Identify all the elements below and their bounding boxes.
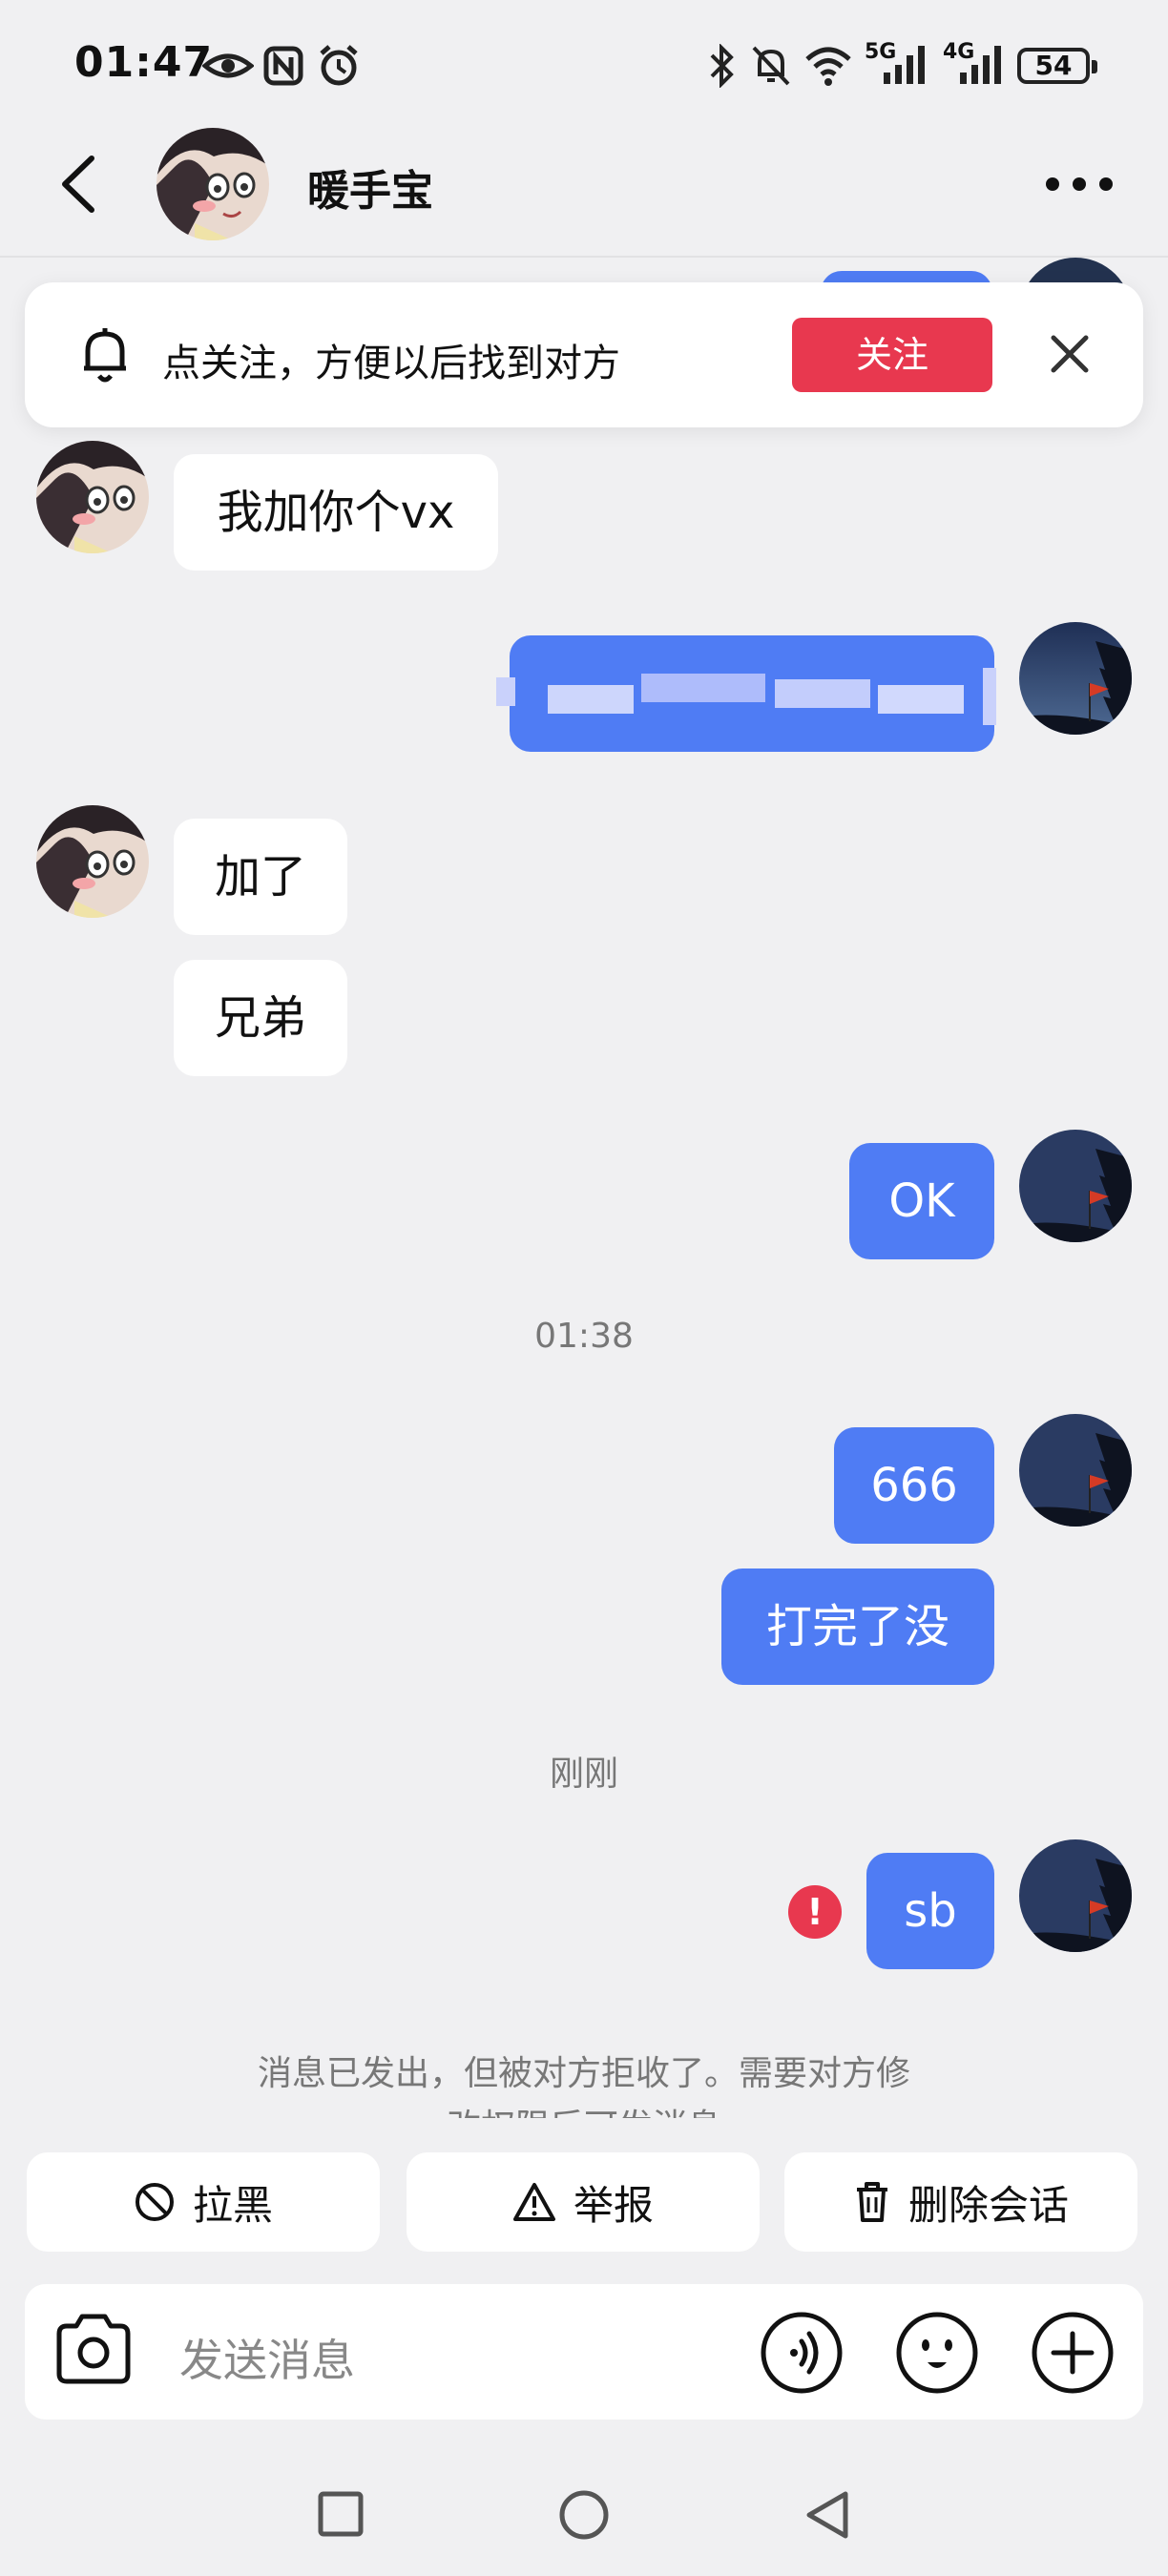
rejection-notice-line1: 消息已发出，但被对方拒收了。需要对方修 <box>257 2054 910 2093</box>
redaction-block <box>878 685 964 714</box>
emoji-icon[interactable] <box>895 2311 979 2395</box>
status-time: 01:47 <box>74 38 214 87</box>
message-input[interactable]: 发送消息 <box>179 2326 355 2389</box>
my-avatar[interactable] <box>1019 1839 1132 1952</box>
recent-apps-icon[interactable] <box>317 2490 365 2538</box>
signal-4g-icon <box>960 46 1001 84</box>
back-icon[interactable] <box>55 153 101 216</box>
bluetooth-icon <box>710 44 734 88</box>
page-title: 暖手宝 <box>307 167 433 216</box>
mute-icon <box>752 46 790 86</box>
report-label: 举报 <box>573 2181 654 2229</box>
message-bubble-outgoing[interactable]: 666 <box>834 1427 994 1544</box>
message-bubble-outgoing[interactable]: sb <box>866 1853 994 1969</box>
warning-icon <box>512 2183 555 2221</box>
redaction-block <box>641 674 765 702</box>
more-icon[interactable] <box>1046 177 1113 191</box>
header-divider <box>0 256 1168 258</box>
block-button[interactable]: 拉黑 <box>27 2152 380 2252</box>
my-avatar[interactable] <box>1019 1414 1132 1527</box>
camera-icon[interactable] <box>53 2313 134 2387</box>
send-failed-icon[interactable]: ! <box>788 1885 842 1939</box>
block-label: 拉黑 <box>192 2181 273 2229</box>
rejection-notice: 消息已发出，但被对方拒收了。需要对方修 改权限后可发消息 <box>162 2047 1006 2118</box>
contact-avatar[interactable] <box>36 441 149 553</box>
follow-button[interactable]: 关注 <box>792 318 992 392</box>
rejection-notice-line2: 改权限后可发消息 <box>162 2101 1006 2118</box>
delete-chat-button[interactable]: 删除会话 <box>784 2152 1137 2252</box>
message-bubble-outgoing[interactable]: OK <box>849 1143 994 1259</box>
eye-icon <box>202 53 254 78</box>
message-bubble-outgoing[interactable]: 打完了没 <box>721 1568 994 1685</box>
message-bubble-incoming[interactable]: 兄弟 <box>174 960 347 1076</box>
signal-5g-icon <box>884 46 925 84</box>
follow-banner-text: 点关注，方便以后找到对方 <box>162 342 620 385</box>
redaction-block <box>548 685 634 714</box>
alarm-icon <box>320 45 358 86</box>
contact-avatar[interactable] <box>156 128 269 240</box>
wifi-icon <box>805 47 851 86</box>
home-icon[interactable] <box>557 2488 611 2542</box>
trash-icon <box>856 2182 887 2222</box>
message-bubble-incoming[interactable]: 加了 <box>174 819 347 935</box>
plus-icon[interactable] <box>1031 2311 1115 2395</box>
bell-icon <box>84 328 126 383</box>
back-nav-icon[interactable] <box>803 2488 851 2542</box>
my-avatar[interactable] <box>1019 622 1132 735</box>
delete-chat-label: 删除会话 <box>907 2181 1069 2229</box>
nfc-icon <box>263 46 303 86</box>
message-timestamp: 01:38 <box>534 1317 634 1356</box>
message-bubble-incoming[interactable]: 我加你个vx <box>174 454 498 571</box>
report-button[interactable]: 举报 <box>407 2152 760 2252</box>
message-timestamp: 刚刚 <box>549 1755 618 1794</box>
battery-icon: 54 <box>1017 48 1097 84</box>
block-icon <box>135 2183 174 2221</box>
close-icon[interactable] <box>1050 334 1090 374</box>
redaction-block <box>775 679 870 708</box>
redaction-block <box>496 677 515 706</box>
my-avatar[interactable] <box>1019 1130 1132 1242</box>
redaction-block <box>983 668 996 725</box>
voice-icon[interactable] <box>760 2311 844 2395</box>
contact-avatar[interactable] <box>36 805 149 918</box>
